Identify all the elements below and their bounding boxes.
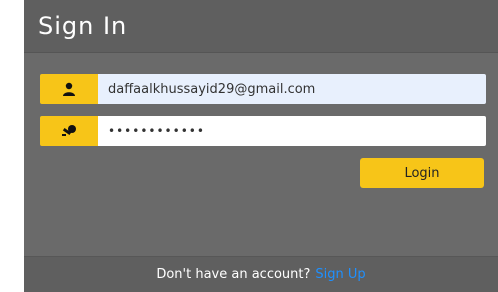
signin-card: Sign In daffaalkhussayid29@gmail.com •••…: [24, 0, 498, 292]
email-input-group: daffaalkhussayid29@gmail.com: [40, 74, 486, 104]
user-icon: [40, 74, 98, 104]
page-title: Sign In: [38, 12, 128, 40]
card-header: Sign In: [24, 0, 498, 53]
key-icon: [40, 116, 98, 146]
signup-link[interactable]: Sign Up: [315, 267, 365, 282]
email-field[interactable]: daffaalkhussayid29@gmail.com: [98, 74, 486, 104]
login-button[interactable]: Login: [360, 158, 484, 188]
password-input-group: ••••••••••••: [40, 116, 486, 146]
card-footer: Don't have an account? Sign Up: [24, 256, 498, 292]
footer-text: Don't have an account?: [156, 267, 311, 282]
password-field[interactable]: ••••••••••••: [98, 116, 486, 146]
